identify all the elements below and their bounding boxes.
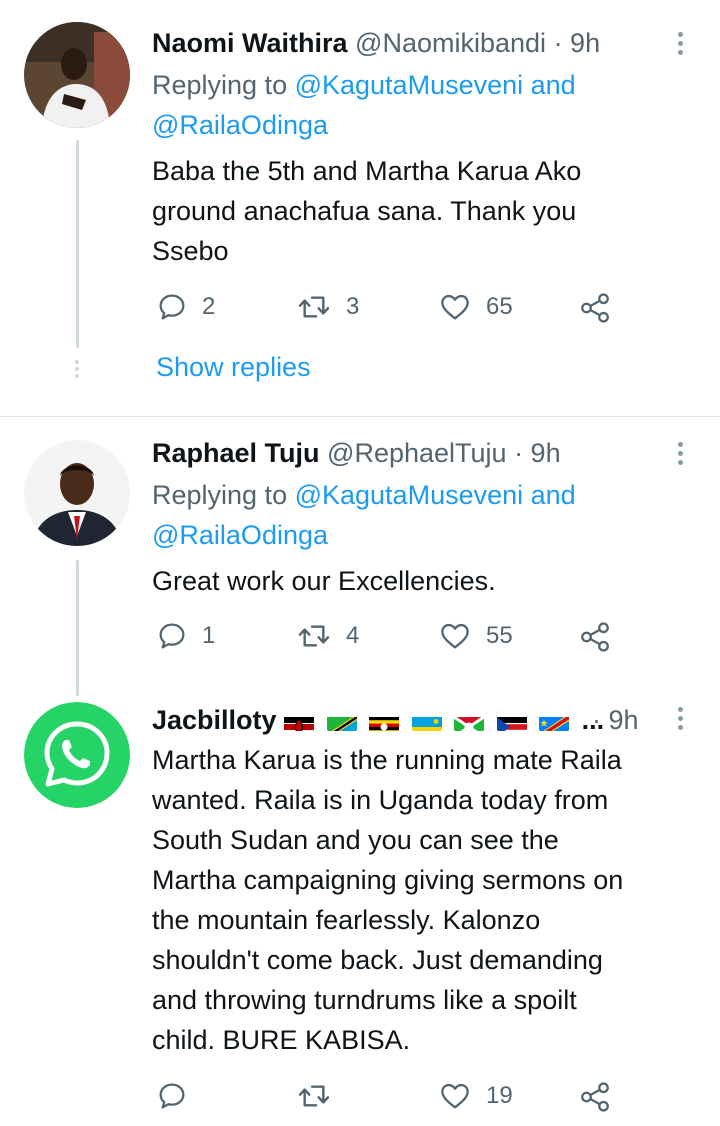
like-count: 55 xyxy=(486,622,513,649)
tweet-text: Baba the 5th and Martha Karua Ako ground… xyxy=(152,151,692,271)
avatar-raphael[interactable] xyxy=(24,440,130,546)
tweet-text-line: shouldn't come back. Just demanding xyxy=(152,945,603,975)
retweet-count: 3 xyxy=(346,293,360,320)
share-icon xyxy=(581,1082,609,1112)
tweet-text: Martha Karua is the running mate Raila w… xyxy=(152,740,692,1060)
mention-railaodinga[interactable]: @RailaOdinga xyxy=(152,110,328,140)
reply-button[interactable] xyxy=(156,1080,202,1112)
kenya-flag xyxy=(284,711,315,731)
like-count: 65 xyxy=(486,293,513,320)
reply-icon xyxy=(159,294,185,320)
divider xyxy=(0,416,720,417)
more-options-icon[interactable] xyxy=(676,442,684,469)
uganda-flag xyxy=(369,711,400,731)
south-sudan-flag xyxy=(496,711,527,731)
retweet-button[interactable] xyxy=(296,1080,346,1112)
tweet-text-line: ground anachafua sana. Thank you xyxy=(152,196,577,226)
user-handle[interactable]: @Naomikibandi xyxy=(355,28,546,58)
tweet-header: Raphael Tuju @RephaelTuju · 9h xyxy=(152,436,561,470)
show-replies-link[interactable]: Show replies xyxy=(156,352,311,383)
like-button[interactable]: 19 xyxy=(438,1080,513,1112)
drc-flag xyxy=(539,711,570,731)
tweet-text-line: the mountain fearlessly. Kalonzo xyxy=(152,905,541,935)
reply-icon xyxy=(159,623,185,649)
display-name[interactable]: Naomi Waithira xyxy=(152,28,348,58)
tanzania-flag xyxy=(326,711,357,731)
mention-kagutamuseveni[interactable]: @KagutaMuseveni xyxy=(295,480,524,510)
burundi-flag xyxy=(454,711,485,731)
tweet-text-line: wanted. Raila is in Uganda today from xyxy=(152,785,609,815)
reply-icon xyxy=(159,1083,185,1109)
retweet-count: 4 xyxy=(346,622,360,649)
share-icon xyxy=(581,293,609,323)
like-count: 19 xyxy=(486,1082,513,1109)
timestamp[interactable]: · 9h xyxy=(554,28,601,58)
replying-to: Replying to @KagutaMuseveni and @RailaOd… xyxy=(152,65,576,145)
avatar-naomi[interactable] xyxy=(24,22,130,128)
share-button[interactable] xyxy=(578,291,612,325)
like-button[interactable]: 65 xyxy=(438,291,513,323)
heart-icon xyxy=(441,623,469,649)
more-options-icon[interactable] xyxy=(676,707,684,734)
mention-railaodinga[interactable]: @RailaOdinga xyxy=(152,520,328,550)
thread-line xyxy=(76,140,79,348)
flag-row xyxy=(277,705,582,735)
retweet-button[interactable]: 4 xyxy=(296,620,359,652)
like-button[interactable]: 55 xyxy=(438,620,513,652)
timestamp[interactable]: · 9h xyxy=(514,438,561,468)
mention-kagutamuseveni[interactable]: @KagutaMuseveni xyxy=(295,70,524,100)
display-name[interactable]: Jacbilloty xyxy=(152,705,277,735)
whatsapp-logo-icon xyxy=(24,702,130,808)
replying-and: and xyxy=(523,480,576,510)
reply-count: 2 xyxy=(202,293,216,320)
retweet-icon xyxy=(298,1085,330,1107)
tweet-text-line: Great work our Excellencies. xyxy=(152,566,496,596)
tweet-text-line: Ssebo xyxy=(152,236,229,266)
replying-and: and xyxy=(523,70,576,100)
reply-count: 1 xyxy=(202,622,216,649)
heart-icon xyxy=(441,294,469,320)
tweet-text-line: child. BURE KABISA. xyxy=(152,1025,411,1055)
retweet-button[interactable]: 3 xyxy=(296,291,359,323)
share-button[interactable] xyxy=(578,1080,612,1114)
thread-line xyxy=(76,560,79,696)
timestamp[interactable]: · 9h xyxy=(592,703,639,737)
tweet-header: Jacbilloty ... xyxy=(152,703,604,737)
more-options-icon[interactable] xyxy=(676,32,684,59)
heart-icon xyxy=(441,1083,469,1109)
replying-to-prefix: Replying to xyxy=(152,480,295,510)
user-handle[interactable]: @RephaelTuju xyxy=(327,438,507,468)
tweet-text-line: Martha Karua is the running mate Raila xyxy=(152,745,622,775)
replying-to-prefix: Replying to xyxy=(152,70,295,100)
replying-to: Replying to @KagutaMuseveni and @RailaOd… xyxy=(152,475,576,555)
tweet-text-line: Baba the 5th and Martha Karua Ako xyxy=(152,156,582,186)
tweet-text-line: and throwing turndrums like a spoilt xyxy=(152,985,577,1015)
avatar-jacbilloty[interactable] xyxy=(24,702,130,808)
tweet-text-line: South Sudan and you can see the xyxy=(152,825,559,855)
tweet-header: Naomi Waithira @Naomikibandi · 9h xyxy=(152,26,600,60)
share-button[interactable] xyxy=(578,620,612,654)
tweet-text: Great work our Excellencies. xyxy=(152,561,692,601)
share-icon xyxy=(581,622,609,652)
retweet-icon xyxy=(298,625,330,647)
reply-button[interactable]: 2 xyxy=(156,291,215,323)
tweet-text-line: Martha campaigning giving sermons on xyxy=(152,865,624,895)
display-name[interactable]: Raphael Tuju xyxy=(152,438,320,468)
retweet-icon xyxy=(298,296,330,318)
reply-button[interactable]: 1 xyxy=(156,620,215,652)
thread-gap-dots xyxy=(74,360,80,381)
rwanda-flag xyxy=(411,711,442,731)
